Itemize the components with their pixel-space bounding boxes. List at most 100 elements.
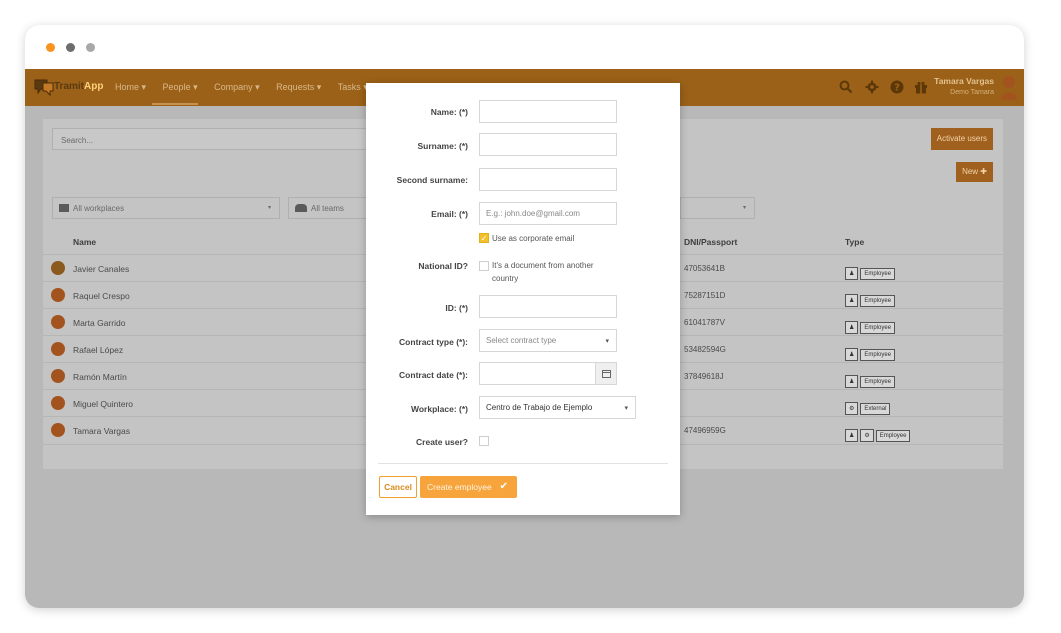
email-input[interactable]: E.g.: john.doe@gmail.com xyxy=(479,202,617,225)
type-badge: Employee xyxy=(875,430,911,442)
user-name[interactable]: Tamara Vargas xyxy=(934,76,994,86)
person-dni: 37849618J xyxy=(684,372,724,381)
maximize-dot[interactable] xyxy=(86,43,95,52)
avatar xyxy=(51,288,65,302)
minimize-dot[interactable] xyxy=(66,43,75,52)
logo-text[interactable]: TramitApp xyxy=(54,81,103,92)
type-badge: Employee xyxy=(860,322,896,334)
contract-date-label: Contract date (*): xyxy=(399,370,468,380)
second-surname-label: Second surname: xyxy=(396,175,468,185)
team-filter-label: All teams xyxy=(311,204,344,213)
person-name[interactable]: Javier Canales xyxy=(73,264,129,274)
person-dni: 75287151D xyxy=(684,291,726,300)
extra-filter[interactable]: ▾ xyxy=(680,197,755,219)
person-name[interactable]: Tamara Vargas xyxy=(73,426,130,436)
person-icon: ♟ xyxy=(845,375,859,388)
header-dni[interactable]: DNI/Passport xyxy=(684,237,737,247)
avatar xyxy=(51,261,65,275)
menu-company[interactable]: Company ▾ xyxy=(214,82,260,93)
person-name[interactable]: Miguel Quintero xyxy=(73,399,133,409)
team-filter[interactable]: All teams xyxy=(288,197,372,219)
user-subtitle: Demo Tamara xyxy=(950,89,994,96)
search-icon[interactable] xyxy=(839,80,853,94)
title-bar xyxy=(25,25,1024,69)
national-id-label: National ID? xyxy=(418,261,468,271)
logo-suffix: App xyxy=(84,81,104,92)
team-icon xyxy=(295,204,307,212)
gift-icon[interactable] xyxy=(914,80,928,94)
activate-users-button[interactable]: Activate users xyxy=(930,128,993,150)
workplace-filter[interactable]: All workplaces ▾ xyxy=(52,197,280,219)
type-tags: ♟ Employee xyxy=(845,289,897,307)
type-badge: Employee xyxy=(860,376,896,388)
calendar-icon[interactable] xyxy=(595,362,617,385)
type-tags: ♟ ⚙ Employee xyxy=(845,424,912,442)
avatar xyxy=(51,342,65,356)
id-label: ID: (*) xyxy=(445,303,468,313)
create-user-checkbox[interactable] xyxy=(479,436,489,446)
person-dni: 47496959G xyxy=(684,426,726,435)
create-employee-label: Create employee xyxy=(427,482,492,492)
person-icon: ♟ xyxy=(845,267,859,280)
logo-icon xyxy=(34,79,54,97)
surname-input[interactable] xyxy=(479,133,617,156)
create-employee-button[interactable]: Create employee ✔ xyxy=(420,476,517,498)
name-input[interactable] xyxy=(479,100,617,123)
header-type[interactable]: Type xyxy=(845,237,864,247)
gear-icon[interactable] xyxy=(865,80,879,94)
id-input[interactable] xyxy=(479,295,617,318)
help-icon[interactable]: ? xyxy=(890,80,904,94)
national-id-text-2: country xyxy=(492,274,519,283)
workplace-select[interactable]: Centro de Trabajo de Ejemplo ▾ xyxy=(479,396,636,419)
avatar xyxy=(51,369,65,383)
second-surname-input[interactable] xyxy=(479,168,617,191)
avatar xyxy=(51,396,65,410)
menu-tasks[interactable]: Tasks ▾ xyxy=(338,82,368,93)
new-button[interactable]: New ✚ xyxy=(956,162,993,182)
workplace-label: Workplace: (*) xyxy=(411,404,468,414)
person-name[interactable]: Raquel Crespo xyxy=(73,291,130,301)
create-employee-modal: Name: (*) Surname: (*) Second surname: E… xyxy=(366,83,680,515)
name-label: Name: (*) xyxy=(430,107,468,117)
menu-requests[interactable]: Requests ▾ xyxy=(276,82,321,93)
contract-type-label: Contract type (*): xyxy=(399,337,468,347)
type-tags: ♟ Employee xyxy=(845,262,897,280)
person-name[interactable]: Rafael López xyxy=(73,345,123,355)
chevron-down-icon: ▾ xyxy=(624,405,628,412)
contract-type-select[interactable]: Select contract type ▾ xyxy=(479,329,617,352)
type-badge: Employee xyxy=(860,349,896,361)
user-avatar-icon[interactable] xyxy=(1000,74,1018,100)
person-dni: 53482594G xyxy=(684,345,726,354)
close-dot[interactable] xyxy=(46,43,55,52)
national-id-checkbox[interactable] xyxy=(479,261,489,271)
contract-type-placeholder: Select contract type xyxy=(486,336,557,345)
type-badge: Employee xyxy=(860,268,896,280)
search-input[interactable]: Search... xyxy=(52,128,372,150)
cancel-button[interactable]: Cancel xyxy=(379,476,417,498)
chevron-down-icon: ▾ xyxy=(742,205,746,211)
logo-prefix: Tramit xyxy=(54,81,85,92)
person-dni: 47053641B xyxy=(684,264,725,273)
menu-home[interactable]: Home ▾ xyxy=(115,82,146,93)
active-menu-indicator xyxy=(152,103,198,105)
create-user-label: Create user? xyxy=(416,437,468,447)
menu-people[interactable]: People ▾ xyxy=(163,82,198,93)
building-icon xyxy=(59,204,69,212)
gear-icon: ⚙ xyxy=(860,429,874,442)
type-badge: External xyxy=(860,403,891,415)
email-label: Email: (*) xyxy=(431,209,468,219)
person-icon: ♟ xyxy=(845,429,859,442)
person-dni: 61041787V xyxy=(684,318,725,327)
type-badge: Employee xyxy=(860,295,896,307)
header-name[interactable]: Name xyxy=(73,237,96,247)
person-name[interactable]: Ramón Martín xyxy=(73,372,127,382)
person-icon: ♟ xyxy=(845,348,859,361)
corporate-email-checkbox[interactable]: ✓ xyxy=(479,233,489,243)
person-name[interactable]: Marta Garrido xyxy=(73,318,125,328)
modal-divider xyxy=(378,463,668,464)
svg-text:?: ? xyxy=(894,83,900,94)
type-tags: ♟ Employee xyxy=(845,370,897,388)
corporate-email-label: Use as corporate email xyxy=(492,234,575,243)
surname-label: Surname: (*) xyxy=(417,141,468,151)
gear-icon: ⚙ xyxy=(845,402,859,415)
